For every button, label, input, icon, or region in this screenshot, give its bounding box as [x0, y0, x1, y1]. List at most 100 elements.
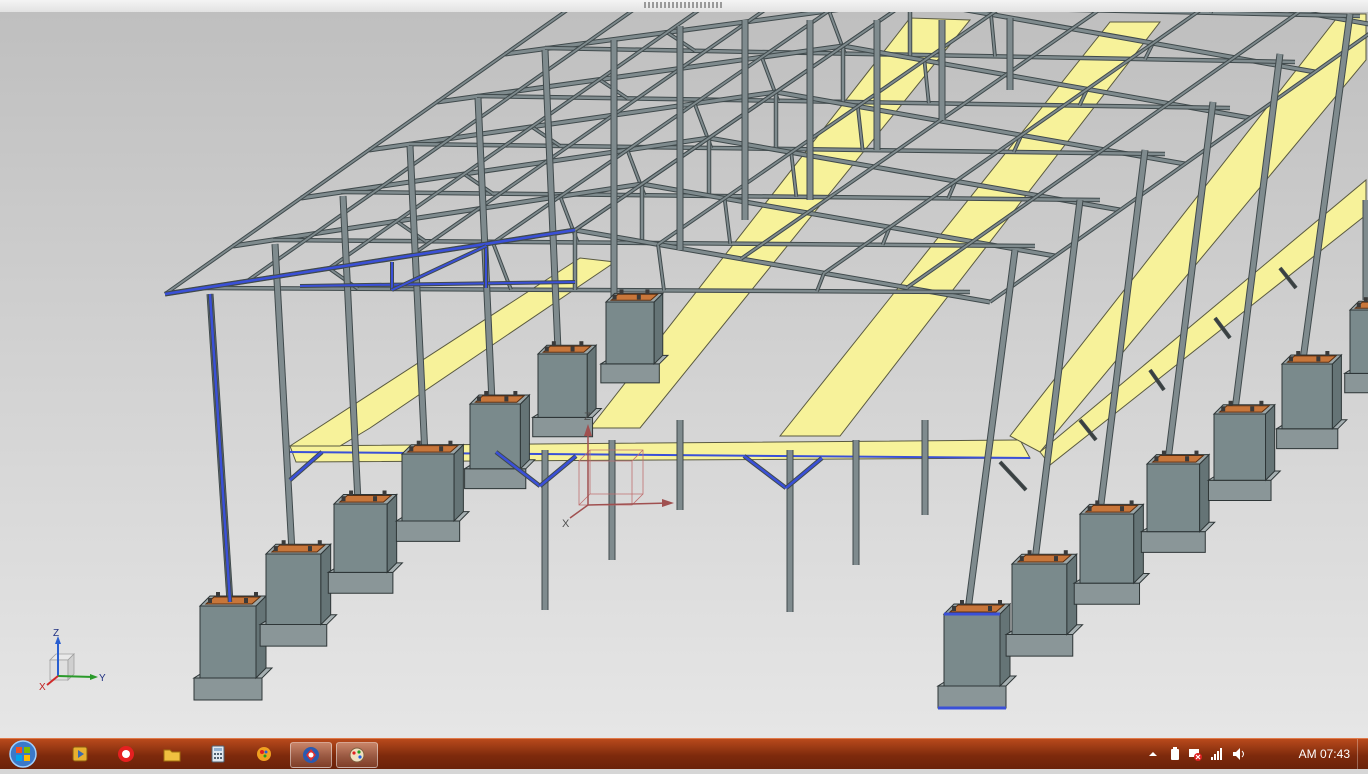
- triad-z-label: Z: [53, 628, 59, 639]
- signal-icon[interactable]: [1210, 747, 1224, 761]
- anchor-bolt: [349, 490, 354, 496]
- taskbar-paint[interactable]: [244, 742, 284, 766]
- anchor-bolt: [998, 600, 1002, 605]
- anchor-bolt: [988, 606, 992, 611]
- show-desktop-button[interactable]: [1357, 739, 1368, 769]
- taskbar-control-panel[interactable]: [336, 742, 378, 768]
- anchor-bolt: [1027, 550, 1032, 556]
- anchor-bolt: [216, 592, 220, 597]
- concrete-footing: [394, 440, 471, 542]
- anchor-bolt: [952, 606, 956, 611]
- calculator-icon: [211, 745, 225, 763]
- concrete-footing: [599, 289, 670, 384]
- base-plate: [948, 604, 1006, 613]
- anchor-bolt: [254, 592, 258, 597]
- anchor-bolt: [307, 546, 312, 552]
- taskbar-media-player[interactable]: [60, 742, 100, 766]
- base-plate: [474, 395, 526, 403]
- base-plate: [338, 494, 393, 503]
- base-plate: [609, 293, 659, 301]
- concrete-footing: [258, 540, 338, 647]
- anchor-bolt: [1316, 356, 1321, 362]
- base-plate: [406, 445, 460, 453]
- anchor-bolt: [208, 598, 212, 603]
- volume-icon[interactable]: [1232, 747, 1246, 761]
- anchor-bolt: [1063, 550, 1068, 556]
- taskbar-calculator[interactable]: [198, 742, 238, 766]
- triad-x-label: X: [39, 682, 46, 693]
- base-plate: [1151, 455, 1205, 463]
- anchor-bolt: [477, 396, 481, 402]
- windows-orb-icon: [9, 740, 37, 768]
- anchor-bolt: [645, 289, 650, 295]
- anchor-bolt: [1325, 351, 1330, 356]
- base-plate: [541, 345, 593, 353]
- taskbar-cad-app[interactable]: [290, 742, 332, 768]
- anchor-bolt: [1087, 506, 1092, 512]
- system-tray: AM 07:43: [1138, 739, 1368, 769]
- media-player-icon: [72, 746, 88, 762]
- resize-grip[interactable]: [644, 2, 724, 8]
- anchor-bolt: [1259, 400, 1264, 406]
- anchor-bolt: [1356, 302, 1361, 308]
- anchor-bolt: [439, 446, 444, 452]
- structure-model[interactable]: Z X Z Y X: [0, 12, 1368, 738]
- anchor-bolt: [1120, 506, 1125, 512]
- anchor-bolt: [373, 496, 378, 502]
- anchor-bolt: [1161, 450, 1166, 456]
- concrete-footing: [1139, 450, 1216, 553]
- anchor-bolt: [1154, 456, 1159, 462]
- control-panel-icon: [349, 747, 365, 763]
- taskbar-browser[interactable]: [106, 742, 146, 766]
- concrete-footing: [530, 341, 603, 438]
- concrete-footing: [1004, 550, 1084, 657]
- anchor-bolt: [1129, 500, 1134, 506]
- cad-viewport[interactable]: Z X Z Y X: [0, 0, 1368, 738]
- anchor-bolt: [551, 341, 556, 347]
- concrete-footing: [1206, 400, 1282, 501]
- base-plate: [1016, 554, 1073, 563]
- taskbar-file-explorer[interactable]: [152, 742, 192, 766]
- wcs-x-label: X: [562, 518, 570, 530]
- anchor-bolt: [317, 540, 322, 546]
- anchor-bolt: [244, 598, 248, 603]
- anchor-bolt: [273, 546, 278, 552]
- anchor-bolt: [448, 440, 453, 446]
- anchor-bolt: [1289, 356, 1293, 362]
- concrete-footing: [326, 490, 404, 594]
- taskbar-clock[interactable]: AM 07:43: [1299, 747, 1350, 761]
- anchor-bolt: [382, 490, 387, 496]
- show-hidden-icons-arrow[interactable]: [1146, 747, 1160, 761]
- anchor-bolt: [1228, 400, 1233, 406]
- paint-icon: [257, 747, 271, 761]
- anchor-bolt: [544, 346, 549, 352]
- anchor-bolt: [513, 391, 518, 396]
- anchor-bolt: [579, 341, 584, 347]
- anchor-bolt: [484, 391, 489, 396]
- network-warning-icon[interactable]: [1188, 747, 1202, 761]
- anchor-bolt: [409, 446, 414, 452]
- base-plate: [1218, 405, 1271, 413]
- anchor-bolt: [1194, 450, 1199, 456]
- base-plate: [270, 544, 327, 553]
- anchor-bolt: [341, 496, 346, 502]
- cad-app-icon: [303, 747, 319, 763]
- anchor-bolt: [1221, 406, 1226, 412]
- anchor-bolt: [281, 540, 286, 546]
- taskbar: AM 07:43: [0, 738, 1368, 769]
- anchor-bolt: [619, 289, 624, 295]
- anchor-bolt: [1019, 556, 1024, 562]
- anchor-bolt: [1296, 351, 1301, 356]
- anchor-bolt: [1250, 406, 1255, 412]
- anchor-bolt: [416, 440, 421, 446]
- base-plate: [1084, 504, 1139, 513]
- power-icon[interactable]: [1168, 747, 1182, 761]
- anchor-bolt: [1095, 500, 1100, 506]
- browser-icon: [118, 746, 134, 762]
- concrete-footing: [936, 600, 1018, 710]
- wcs-z-label: Z: [584, 411, 591, 423]
- anchor-bolt: [960, 600, 964, 605]
- anchor-bolt: [636, 294, 641, 300]
- anchor-bolt: [504, 396, 509, 402]
- start-button[interactable]: [6, 739, 46, 769]
